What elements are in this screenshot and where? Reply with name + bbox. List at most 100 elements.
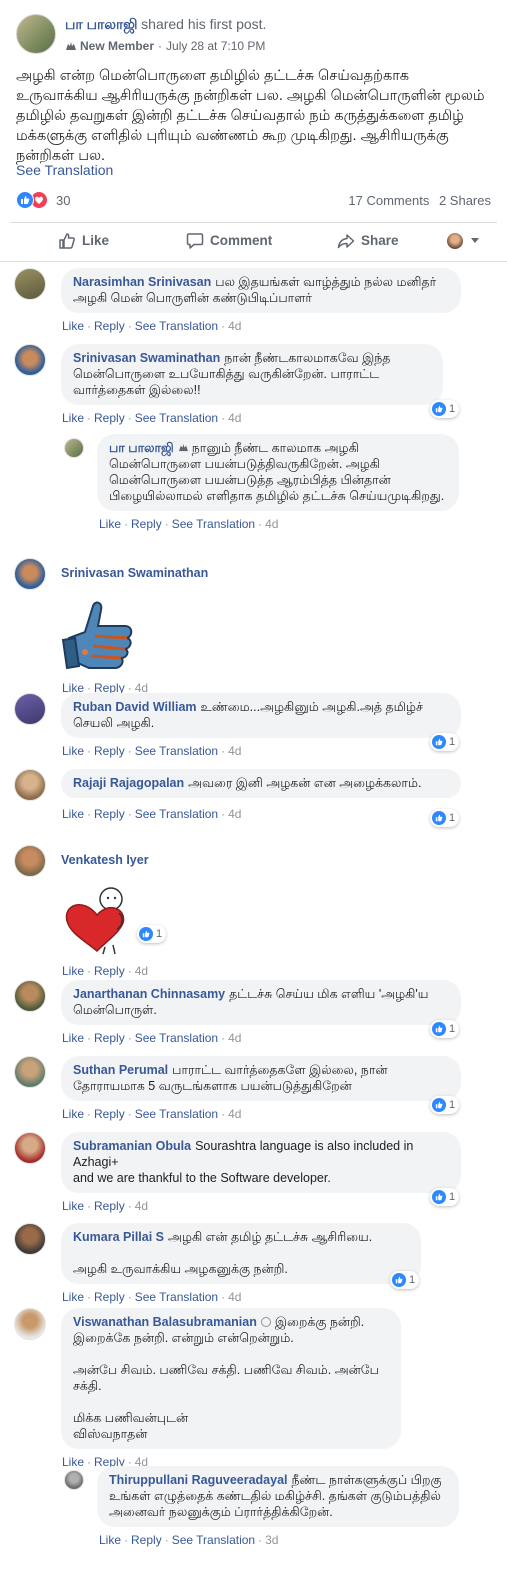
comment-like-link[interactable]: Like: [62, 964, 84, 978]
comment-see-translation[interactable]: See Translation: [135, 411, 218, 425]
comment-time[interactable]: 4d: [135, 964, 148, 978]
comment: Srinivasan Swaminathan நான் நீண்டகாலமாகவே…: [14, 344, 460, 425]
comment-reply-link[interactable]: Reply: [94, 1107, 125, 1121]
comment-see-translation[interactable]: See Translation: [135, 807, 218, 821]
comment-button[interactable]: Comment: [186, 232, 272, 250]
comment-like-link[interactable]: Like: [62, 1199, 84, 1213]
comment-reaction[interactable]: 1: [430, 1096, 460, 1114]
comment: Subramanian Obula Sourashtra language is …: [14, 1132, 461, 1213]
comment-reply-link[interactable]: Reply: [94, 1290, 125, 1304]
avatar[interactable]: [14, 980, 46, 1012]
comment-time[interactable]: 3d: [265, 1533, 278, 1547]
avatar[interactable]: [14, 1308, 46, 1340]
comment-reply: பா பாலாஜி நானும் நீண்ட காலமாக அழகி மென்பொ…: [64, 434, 459, 531]
avatar[interactable]: [14, 1056, 46, 1088]
heart-hug-sticker: 1: [61, 883, 167, 958]
post-action-bar: Like Comment Share: [10, 222, 497, 258]
comment-author[interactable]: Kumara Pillai S: [73, 1230, 164, 1244]
post-timestamp[interactable]: July 28 at 7:10 PM: [166, 39, 265, 53]
comment-reply-link[interactable]: Reply: [94, 411, 125, 425]
comment-like-link[interactable]: Like: [62, 1031, 84, 1045]
comment-author[interactable]: Narasimhan Srinivasan: [73, 275, 211, 289]
avatar[interactable]: [64, 438, 84, 458]
post-author-name[interactable]: பா பாலாஜி: [65, 16, 138, 32]
comment-reply-link[interactable]: Reply: [94, 964, 125, 978]
author-avatar[interactable]: [16, 14, 56, 54]
avatar[interactable]: [14, 268, 46, 300]
comment-time[interactable]: 4d: [135, 1199, 148, 1213]
comment-see-translation[interactable]: See Translation: [172, 517, 255, 531]
comment-see-translation[interactable]: See Translation: [135, 1031, 218, 1045]
comment-like-link[interactable]: Like: [99, 1533, 121, 1547]
comment-author[interactable]: Ruban David William: [73, 700, 197, 714]
comment-reply-link[interactable]: Reply: [94, 1199, 125, 1213]
comment-reply-link[interactable]: Reply: [94, 807, 125, 821]
comment-author[interactable]: பா பாலாஜி: [109, 441, 174, 455]
comment-like-link[interactable]: Like: [62, 1290, 84, 1304]
comment-time[interactable]: 4d: [228, 319, 241, 333]
comment-actions: Like · Reply · See Translation · 4d: [62, 411, 242, 425]
comment-author[interactable]: Subramanian Obula: [73, 1139, 191, 1153]
avatar[interactable]: [14, 845, 46, 877]
comment-see-translation[interactable]: See Translation: [135, 1107, 218, 1121]
comment-time[interactable]: 4d: [228, 1290, 241, 1304]
comment-like-link[interactable]: Like: [62, 744, 84, 758]
avatar[interactable]: [14, 693, 46, 725]
comment-author[interactable]: Janarthanan Chinnasamy: [73, 987, 225, 1001]
comment-time[interactable]: 4d: [228, 411, 241, 425]
thumbs-up-sticker-icon: [61, 601, 133, 670]
audience-selector[interactable]: [447, 232, 479, 249]
avatar[interactable]: [14, 1132, 46, 1164]
reaction-count[interactable]: 30: [56, 193, 70, 208]
like-reaction-icon: [139, 927, 153, 941]
comment-like-link[interactable]: Like: [62, 807, 84, 821]
comment-reply-link[interactable]: Reply: [131, 517, 162, 531]
comment-reply-link[interactable]: Reply: [131, 1533, 162, 1547]
avatar[interactable]: [14, 344, 46, 376]
comment-reaction[interactable]: 1: [430, 809, 460, 827]
like-button[interactable]: Like: [58, 232, 109, 250]
post-header: பா பாலாஜி shared his first post. New Mem…: [16, 14, 266, 54]
comment-author[interactable]: Srinivasan Swaminathan: [61, 566, 208, 580]
comment-reaction[interactable]: 1: [430, 400, 460, 418]
comment-author[interactable]: Venkatesh Iyer: [61, 853, 149, 867]
comment-author[interactable]: Rajaji Rajagopalan: [73, 776, 184, 790]
comment-reply-link[interactable]: Reply: [94, 319, 125, 333]
avatar[interactable]: [64, 1470, 84, 1490]
comment-time[interactable]: 4d: [228, 1107, 241, 1121]
comment-reaction[interactable]: 1: [390, 1271, 420, 1289]
comment-like-link[interactable]: Like: [62, 319, 84, 333]
comment-see-translation[interactable]: See Translation: [135, 744, 218, 758]
comment-like-link[interactable]: Like: [62, 1107, 84, 1121]
comment-like-link[interactable]: Like: [62, 411, 84, 425]
comment-author[interactable]: Thiruppullani Raguveeradayal: [109, 1473, 288, 1487]
shares-count[interactable]: 2 Shares: [439, 193, 491, 208]
avatar[interactable]: [14, 1223, 46, 1255]
comment-see-translation[interactable]: See Translation: [135, 319, 218, 333]
comment-author[interactable]: Srinivasan Swaminathan: [73, 351, 220, 365]
see-translation-link[interactable]: See Translation: [16, 162, 113, 178]
comment-reaction[interactable]: 1: [430, 1188, 460, 1206]
comment-time[interactable]: 4d: [228, 744, 241, 758]
comment-actions: Like · Reply · See Translation · 4d: [62, 1031, 242, 1045]
reaction-icons[interactable]: [16, 191, 50, 209]
comment-see-translation[interactable]: See Translation: [172, 1533, 255, 1547]
comment-like-link[interactable]: Like: [99, 517, 121, 531]
comment-time[interactable]: 4d: [228, 1031, 241, 1045]
like-reaction-icon: [16, 191, 34, 209]
comments-count[interactable]: 17 Comments: [348, 193, 429, 208]
comment-reply-link[interactable]: Reply: [94, 744, 125, 758]
comment-time[interactable]: 4d: [265, 517, 278, 531]
comment-author[interactable]: Suthan Perumal: [73, 1063, 168, 1077]
comment-see-translation[interactable]: See Translation: [135, 1290, 218, 1304]
share-button[interactable]: Share: [337, 232, 399, 250]
avatar[interactable]: [14, 769, 46, 801]
comment-reaction[interactable]: 1: [137, 925, 167, 943]
comment-author[interactable]: Viswanathan Balasubramanian: [73, 1315, 257, 1329]
comment-reaction[interactable]: 1: [430, 1020, 460, 1038]
comment-reaction[interactable]: 1: [430, 733, 460, 751]
comment-actions: Like · Reply · See Translation · 4d: [62, 319, 242, 333]
comment-time[interactable]: 4d: [228, 807, 241, 821]
comment-reply-link[interactable]: Reply: [94, 1031, 125, 1045]
avatar[interactable]: [14, 558, 46, 590]
